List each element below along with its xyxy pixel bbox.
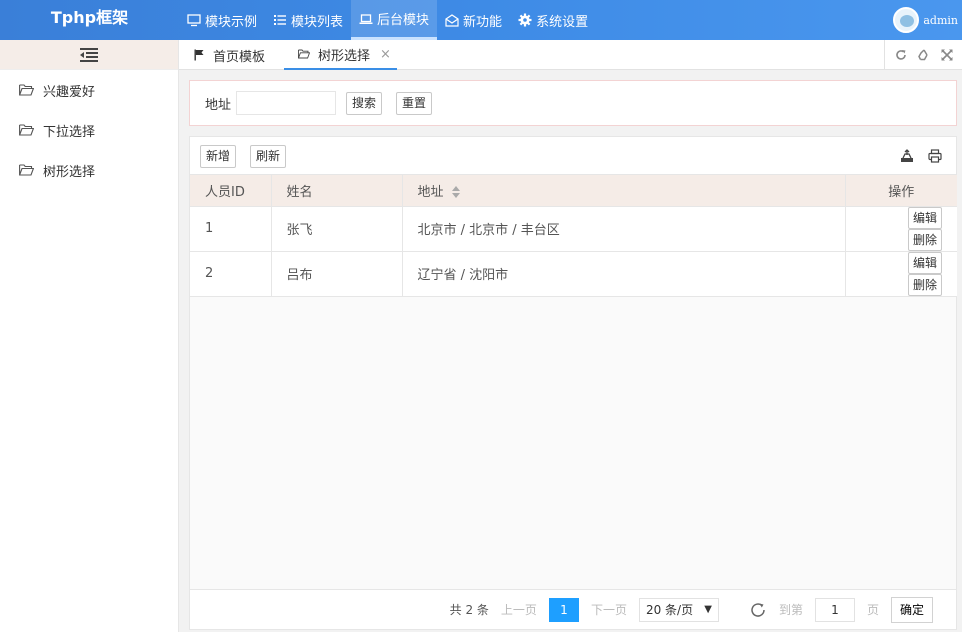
refresh-button[interactable]: 刷新	[250, 145, 287, 168]
main-content: 地址 搜索 重置 新增 刷新 人员ID 姓名 地址 操作 1 张飞 北京市 / …	[179, 70, 962, 632]
table-row: 1 张飞 北京市 / 北京市 / 丰台区 编辑删除	[190, 206, 957, 252]
folder-open-icon	[19, 164, 34, 176]
sidebar-item-label: 兴趣爱好	[43, 84, 96, 100]
search-button[interactable]: 搜索	[346, 91, 383, 115]
folder-open-icon	[298, 49, 310, 59]
user-menu[interactable]: admin	[893, 0, 958, 40]
delete-button[interactable]: 删除	[907, 228, 942, 251]
tab-label: 树形选择	[318, 48, 371, 64]
nav-item-label: 后台模块	[377, 13, 430, 28]
data-table: 人员ID 姓名 地址 操作 1 张飞 北京市 / 北京市 / 丰台区 编辑删除 …	[190, 175, 957, 297]
sidebar-toggle-button[interactable]	[0, 40, 178, 70]
gear-icon	[518, 13, 532, 27]
flag-icon	[194, 49, 204, 61]
reset-button[interactable]: 重置	[396, 91, 433, 115]
nav-item-label: 模块列表	[291, 14, 344, 30]
close-icon[interactable]: ×	[380, 47, 391, 62]
prev-page-button[interactable]: 上一页	[501, 601, 537, 618]
nav-item-new-features[interactable]: 新功能	[437, 0, 510, 40]
nav-item-system-settings[interactable]: 系统设置	[510, 0, 596, 40]
column-header-label: 地址	[417, 184, 444, 200]
goto-label: 到第	[778, 603, 803, 617]
cell-address: 北京市 / 北京市 / 丰台区	[402, 206, 846, 252]
cell-actions: 编辑删除	[845, 251, 957, 297]
avatar[interactable]	[893, 7, 920, 33]
indent-icon	[80, 47, 98, 62]
tabs-bar: 首页模板 树形选择 ×	[179, 40, 962, 70]
cell-name: 吕布	[271, 251, 403, 297]
nav-item-module-examples[interactable]: 模块示例	[179, 0, 265, 40]
cell-address: 辽宁省 / 沈阳市	[402, 251, 846, 297]
folder-open-icon	[19, 124, 34, 136]
nav-item-label: 新功能	[463, 14, 503, 30]
delete-button[interactable]: 删除	[907, 273, 942, 296]
table-panel: 新增 刷新 人员ID 姓名 地址 操作 1 张飞 北京市 / 北京市 / 丰台区…	[189, 136, 957, 630]
tab-label: 首页模板	[213, 49, 266, 65]
refresh-icon[interactable]	[749, 601, 767, 619]
monitor-icon	[187, 14, 201, 27]
sidebar-item-hobbies[interactable]: 兴趣爱好	[0, 70, 178, 110]
folder-open-icon	[19, 84, 34, 96]
sidebar-item-label: 树形选择	[43, 164, 96, 180]
nav-item-label: 系统设置	[536, 14, 589, 30]
column-header-actions: 操作	[845, 175, 957, 207]
export-icon[interactable]	[900, 149, 914, 163]
cell-id: 2	[190, 251, 272, 297]
total-count: 共 2 条	[449, 603, 489, 617]
refresh-icon[interactable]	[895, 49, 907, 61]
cell-actions: 编辑删除	[845, 206, 957, 252]
sort-icon[interactable]	[451, 186, 461, 199]
confirm-button[interactable]: 确定	[890, 596, 933, 623]
page-unit-label: 页	[866, 603, 879, 617]
list-icon	[274, 15, 287, 25]
sidebar: 兴趣爱好 下拉选择 树形选择	[0, 40, 179, 632]
caret-down-icon: ▼	[704, 604, 712, 615]
address-input[interactable]	[236, 91, 337, 115]
table-row: 2 吕布 辽宁省 / 沈阳市 编辑删除	[190, 251, 957, 297]
next-page-button[interactable]: 下一页	[591, 601, 627, 618]
tab-tools	[884, 40, 962, 70]
top-nav: 模块示例 模块列表 后台模块 新功能 系统设置	[179, 0, 596, 40]
print-icon[interactable]	[928, 149, 942, 163]
goto-page-input[interactable]	[814, 597, 855, 622]
sidebar-item-tree-select[interactable]: 树形选择	[0, 150, 178, 190]
edit-button[interactable]: 编辑	[907, 206, 942, 229]
table-header-row: 人员ID 姓名 地址 操作	[190, 175, 957, 207]
laptop-icon	[359, 13, 373, 24]
page-size-value: 20 条/页	[645, 603, 694, 617]
edit-button[interactable]: 编辑	[907, 251, 942, 274]
tab-home[interactable]: 首页模板	[193, 40, 265, 70]
recycle-icon[interactable]	[917, 49, 930, 61]
search-panel: 地址 搜索 重置	[189, 80, 957, 126]
address-label: 地址	[205, 97, 232, 113]
table-toolbar: 新增 刷新	[190, 137, 956, 175]
envelope-open-icon	[445, 14, 459, 27]
column-header-id: 人员ID	[190, 175, 272, 207]
nav-item-label: 模块示例	[205, 14, 258, 30]
tab-tree-select[interactable]: 树形选择 ×	[284, 40, 397, 70]
app-logo[interactable]: Tphp框架	[0, 0, 179, 40]
current-page-button[interactable]: 1	[548, 597, 579, 622]
sidebar-item-label: 下拉选择	[43, 124, 96, 140]
nav-item-admin-module[interactable]: 后台模块	[351, 0, 438, 40]
cell-id: 1	[190, 206, 272, 252]
sidebar-item-dropdown-select[interactable]: 下拉选择	[0, 110, 178, 150]
cell-name: 张飞	[271, 206, 403, 252]
fullscreen-icon[interactable]	[940, 49, 953, 61]
column-header-name: 姓名	[271, 175, 403, 207]
add-button[interactable]: 新增	[200, 145, 237, 168]
pagination: 共 2 条 上一页 1 下一页 20 条/页 ▼ 到第 页 确定	[190, 589, 956, 629]
top-header: Tphp框架 模块示例 模块列表 后台模块 新功能 系统设置 admin	[0, 0, 962, 40]
username[interactable]: admin	[923, 14, 958, 27]
page-size-select[interactable]: 20 条/页 ▼	[638, 597, 719, 622]
toolbar-right	[900, 149, 942, 163]
column-header-address[interactable]: 地址	[402, 175, 846, 207]
nav-item-module-list[interactable]: 模块列表	[265, 0, 351, 40]
